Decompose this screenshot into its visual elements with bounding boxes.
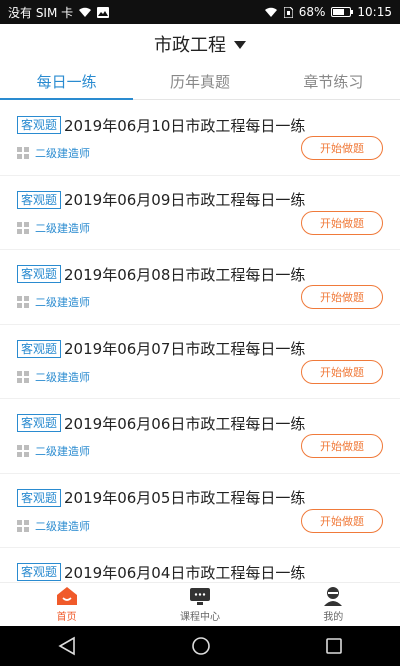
wifi-icon [79,7,92,17]
course-center-icon [189,586,211,606]
grid-icon [17,147,29,159]
home-circle-icon[interactable] [190,635,212,657]
category-label: 二级建造师 [35,296,90,309]
list-item[interactable]: 客观题 2019年06月06日市政工程每日一练二级建造师 开始做题 [0,399,400,474]
question-type-badge: 客观题 [17,488,62,507]
item-title[interactable]: 2019年06月07日市政工程每日一练 [64,338,305,359]
category-label: 二级建造师 [35,445,90,458]
list-item[interactable]: 客观题 2019年06月10日市政工程每日一练二级建造师 开始做题 [0,101,400,176]
nav-label: 首页 [56,612,77,623]
start-practice-button[interactable]: 开始做题 [301,434,383,458]
grid-icon [17,519,29,532]
item-title[interactable]: 2019年06月09日市政工程每日一练 [64,189,305,210]
grid-icon [17,370,29,383]
question-type-badge: 客观题 [17,339,62,358]
item-title-row: 客观题 2019年06月05日市政工程每日一练 [17,488,400,508]
battery-level [333,9,345,15]
image-notification-icon [97,6,110,18]
chevron-down-icon[interactable] [234,41,246,49]
item-title[interactable]: 2019年06月04日市政工程每日一练 [64,562,305,583]
grid-icon [17,445,29,457]
recents-icon[interactable] [324,636,344,656]
item-title[interactable]: 2019年06月06日市政工程每日一练 [64,413,305,434]
start-practice-button[interactable]: 开始做题 [301,508,383,533]
item-title[interactable]: 2019年06月10日市政工程每日一练 [64,115,305,136]
tab-2[interactable]: 章节练习 [267,64,400,99]
start-practice-button[interactable]: 开始做题 [301,359,383,384]
nav-item-course-center[interactable]: 课程中心 [133,583,266,626]
carrier-text: 没有 SIM 卡 [8,5,74,20]
back-icon[interactable] [56,636,78,656]
list-item[interactable]: 客观题 2019年06月05日市政工程每日一练二级建造师 开始做题 [0,474,400,548]
item-title[interactable]: 2019年06月08日市政工程每日一练 [64,264,305,285]
question-type-badge: 客观题 [17,116,62,134]
tab-bar: 每日一练 历年真题 章节练习 [0,64,400,100]
item-title-row: 客观题 2019年06月08日市政工程每日一练 [17,264,400,284]
list-item[interactable]: 客观题 2019年06月08日市政工程每日一练二级建造师 开始做题 [0,250,400,325]
nav-item-home[interactable]: 首页 [0,583,133,626]
question-type-badge: 客观题 [17,265,62,283]
item-title-row: 客观题 2019年06月04日市政工程每日一练 [17,562,400,582]
start-practice-button[interactable]: 开始做题 [301,210,383,235]
page-title[interactable]: 市政工程 [154,31,226,57]
item-title-row: 客观题 2019年06月07日市政工程每日一练 [17,339,400,359]
start-practice-button[interactable]: 开始做题 [301,285,383,309]
item-title-row: 客观题 2019年06月06日市政工程每日一练 [17,413,400,433]
nav-label: 我的 [323,612,344,623]
bottom-nav: 首页 课程中心 我的 [0,582,400,626]
start-practice-button[interactable]: 开始做题 [301,136,383,160]
question-type-badge: 客观题 [17,563,62,581]
list-item[interactable]: 客观题 2019年06月09日市政工程每日一练二级建造师 开始做题 [0,176,400,250]
list-item[interactable]: 客观题 2019年06月04日市政工程每日一练 [0,548,400,582]
home-icon [56,586,78,606]
wifi-signal-icon [264,7,277,17]
status-bar: 没有 SIM 卡 68% 10:15 [0,0,400,24]
grid-icon [17,221,29,234]
sim-icon [283,6,293,18]
nav-item-profile[interactable]: 我的 [267,583,400,626]
question-type-badge: 客观题 [17,190,62,209]
tab-1[interactable]: 历年真题 [133,64,266,99]
item-title[interactable]: 2019年06月05日市政工程每日一练 [64,487,305,508]
battery-percent: 68% [298,5,326,19]
system-nav-bar [0,626,400,666]
category-label: 二级建造师 [35,147,90,160]
category-label: 二级建造师 [35,221,90,235]
nav-label: 课程中心 [179,612,220,623]
tab-0[interactable]: 每日一练 [0,64,134,100]
battery-icon [331,7,354,17]
category-label: 二级建造师 [35,370,90,384]
header[interactable]: 市政工程 [0,24,400,64]
item-title-row: 客观题 2019年06月10日市政工程每日一练 [17,115,400,135]
grid-icon [17,296,29,308]
clock: 10:15 [357,5,392,19]
exercise-list[interactable]: 客观题 2019年06月10日市政工程每日一练 二级建造师 开始做题 客观题 2019年0… [0,101,400,582]
category-label: 二级建造师 [35,519,90,533]
list-item[interactable]: 客观题 2019年06月07日市政工程每日一练二级建造师 开始做题 [0,325,400,399]
item-title-row: 客观题 2019年06月09日市政工程每日一练 [17,190,400,210]
profile-icon [322,586,344,606]
question-type-badge: 客观题 [17,414,62,432]
